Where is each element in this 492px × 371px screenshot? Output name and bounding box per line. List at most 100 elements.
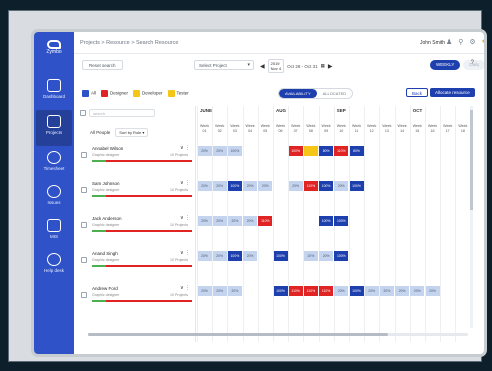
filter-all[interactable]: All [82, 90, 96, 97]
availability-button[interactable]: AVAILABILITY [279, 89, 317, 98]
allocation-cell[interactable]: 100% [349, 181, 364, 191]
select-all-checkbox[interactable] [80, 110, 86, 116]
sidebar-item-issues[interactable]: Issues [36, 180, 72, 216]
user-icon[interactable]: ♟ [446, 38, 452, 46]
allocation-cell[interactable]: 20% [334, 181, 349, 191]
user-name[interactable]: John Smith [420, 40, 445, 46]
allocation-cell[interactable]: 100% [227, 146, 242, 156]
chevron-down-icon[interactable]: ∨ ⋮ [180, 250, 190, 256]
weekly-view-button[interactable]: WEEKLY [430, 60, 461, 70]
filter-designer[interactable]: Designer [101, 90, 128, 97]
allocation-cell[interactable] [303, 146, 318, 156]
vertical-scrollbar[interactable] [470, 106, 473, 328]
allocation-cell[interactable]: 20% [243, 216, 258, 226]
allocate-resource-button[interactable]: Allocate resource [430, 88, 475, 97]
person-checkbox[interactable] [81, 257, 87, 263]
person-checkbox[interactable] [81, 152, 87, 158]
allocation-cell[interactable]: 20% [303, 251, 318, 261]
prev-arrow-icon[interactable]: ◀ [260, 63, 265, 70]
project-select[interactable]: Select Project ▾ [194, 60, 254, 70]
allocation-cell[interactable]: 20% [197, 216, 212, 226]
week-header: Week 14 [397, 124, 407, 133]
filter-tester[interactable]: Tester [167, 90, 189, 97]
allocation-cell[interactable]: 20% [364, 286, 379, 296]
allocation-cell[interactable]: 100% [349, 286, 364, 296]
allocation-cell[interactable]: 20% [243, 251, 258, 261]
allocation-cell[interactable]: 20% [197, 286, 212, 296]
sidebar-item-timesheet[interactable]: Timesheet [36, 146, 72, 182]
allocation-cell[interactable]: 110% [258, 216, 273, 226]
search-icon[interactable]: ⚲ [458, 38, 463, 46]
chevron-down-icon[interactable]: ∨ ⋮ [180, 285, 190, 291]
allocation-cell[interactable]: 20% [212, 286, 227, 296]
allocated-button[interactable]: ALLOCATED [317, 89, 352, 98]
person-role: Graphic designer [92, 223, 120, 227]
allocation-cell[interactable]: 110% [288, 286, 303, 296]
allocation-cell[interactable]: 20% [334, 286, 349, 296]
allocation-cell[interactable]: 20% [425, 286, 440, 296]
sidebar-item-label: Dashboard [42, 94, 65, 99]
allocation-cell[interactable]: 100% [334, 216, 349, 226]
allocation-cell[interactable]: 20% [212, 251, 227, 261]
allocation-cell[interactable]: 20% [288, 181, 303, 191]
allocation-cell[interactable]: 20% [212, 181, 227, 191]
allocation-cell[interactable]: 20% [258, 181, 273, 191]
help-icon[interactable]: ? [471, 60, 474, 66]
sidebar-item-mis[interactable]: MIS [36, 214, 72, 250]
reset-search-button[interactable]: Reset search [82, 60, 123, 70]
allocation-cell[interactable]: 100% [319, 181, 334, 191]
allocation-cell[interactable]: 100% [227, 181, 242, 191]
allocation-cell[interactable]: 20% [379, 286, 394, 296]
allocation-cell[interactable]: 100% [288, 146, 303, 156]
sort-dropdown[interactable]: Sort by Role ▾ [115, 128, 149, 137]
allocation-cell[interactable]: 20% [319, 251, 334, 261]
allocation-cell[interactable]: 110% [303, 286, 318, 296]
allocation-cell[interactable]: 20% [243, 181, 258, 191]
person-row[interactable]: Annabel Wilson ∨ ⋮ Graphic designer 10 Proj… [78, 144, 194, 168]
person-checkbox[interactable] [81, 222, 87, 228]
allocation-cell[interactable]: 110% [319, 286, 334, 296]
filter-developer[interactable]: Developer [133, 90, 163, 97]
allocation-cell[interactable]: 100% [319, 216, 334, 226]
projects-icon [47, 115, 61, 128]
allocation-cell[interactable]: 20% [227, 216, 242, 226]
allocation-cell[interactable]: 80% [349, 146, 364, 156]
allocation-cell[interactable]: 80% [319, 146, 334, 156]
settings-icon[interactable]: ⚙ [469, 38, 475, 46]
person-checkbox[interactable] [81, 292, 87, 298]
notification-icon[interactable]: ● [482, 38, 484, 46]
next-arrow-icon[interactable]: ▶ [328, 63, 333, 70]
sidebar-item-help-desk[interactable]: Help desk [36, 248, 72, 284]
person-name: Anand Singh [92, 251, 118, 256]
allocation-cell[interactable]: 110% [334, 146, 349, 156]
allocation-cell[interactable]: 20% [227, 286, 242, 296]
allocation-cell[interactable]: 20% [197, 181, 212, 191]
person-row[interactable]: Anand Singh ∨ ⋮ Graphic designer 10 Project… [78, 249, 194, 273]
allocation-cell[interactable]: 100% [334, 251, 349, 261]
person-checkbox[interactable] [81, 187, 87, 193]
sidebar-item-dashboard[interactable]: Dashboard [36, 74, 72, 110]
allocation-cell[interactable]: 100% [227, 251, 242, 261]
person-row[interactable]: Andrew Ford ∨ ⋮ Graphic designer 10 Project… [78, 284, 194, 308]
allocation-cell[interactable]: 20% [197, 251, 212, 261]
chevron-down-icon[interactable]: ∨ ⋮ [180, 145, 190, 151]
allocation-cell[interactable]: 20% [395, 286, 410, 296]
allocation-cell[interactable]: 100% [273, 286, 288, 296]
chevron-down-icon[interactable]: ∨ ⋮ [180, 215, 190, 221]
search-input[interactable]: search [89, 109, 155, 117]
allocation-cell[interactable]: 100% [273, 251, 288, 261]
allocation-cell[interactable]: 110% [303, 181, 318, 191]
date-picker[interactable]: 2019 Nov 4 [267, 59, 285, 73]
person-row[interactable]: Jack Anderson ∨ ⋮ Graphic designer 10 Proje… [78, 214, 194, 238]
allocation-cell[interactable]: 20% [410, 286, 425, 296]
calendar-icon[interactable]: ▦ [321, 63, 325, 69]
back-button[interactable]: Back [406, 88, 429, 97]
person-row[interactable]: Sam Johnson ∨ ⋮ Graphic designer 10 Project… [78, 179, 194, 203]
breadcrumb[interactable]: Projects > Resource > Search Resource [80, 40, 178, 46]
allocation-cell[interactable]: 20% [212, 216, 227, 226]
horizontal-scrollbar[interactable] [88, 333, 468, 336]
sidebar-item-projects[interactable]: Projects [36, 110, 72, 146]
allocation-cell[interactable]: 20% [197, 146, 212, 156]
allocation-cell[interactable]: 20% [212, 146, 227, 156]
chevron-down-icon[interactable]: ∨ ⋮ [180, 180, 190, 186]
